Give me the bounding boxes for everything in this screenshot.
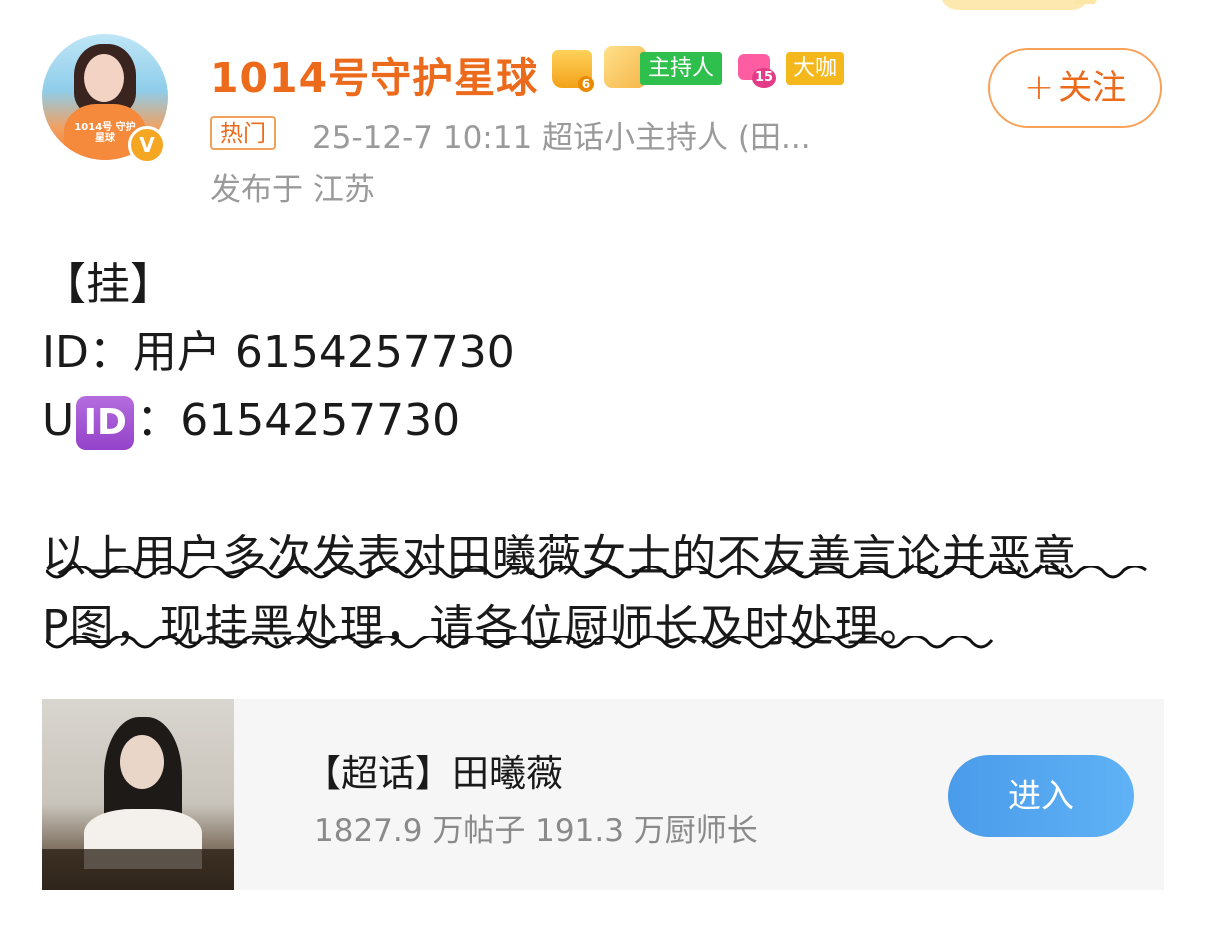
enter-button[interactable]: 进入 — [948, 755, 1134, 837]
topic-thumbnail — [42, 699, 234, 890]
thumb-caption-strip — [42, 849, 234, 890]
verified-badge-icon: V — [128, 126, 166, 164]
post-line-id: ID：用户 6154257730 — [42, 327, 515, 378]
host-badge[interactable]: 主持人 — [640, 52, 723, 85]
author-name[interactable]: 1014号守护星球 — [210, 44, 538, 104]
topic-stats: 1827.9 万帖子 191.3 万厨师长 — [314, 813, 758, 849]
follow-label: 关注 — [1058, 68, 1127, 108]
gem-level-number: 15 — [752, 68, 776, 88]
topic-card[interactable]: 【超话】田曦薇 1827.9 万帖子 191.3 万厨师长 进入 — [42, 699, 1164, 890]
post-time-source[interactable]: 25-12-7 10:11 超话小主持人 (田... — [312, 112, 811, 157]
gem-level-icon[interactable]: 15 — [736, 50, 776, 90]
thumb-face — [120, 735, 164, 789]
hot-tag: 热门 — [210, 116, 276, 150]
top-decoration — [940, 0, 1090, 10]
uid-prefix: U — [42, 395, 75, 446]
topic-title: 【超话】田曦薇 — [304, 752, 563, 795]
crown-level-icon[interactable]: 6 — [552, 50, 594, 92]
plus-icon: + — [1023, 67, 1055, 108]
avatar-face — [84, 54, 124, 102]
id-emoji-icon: ID — [76, 396, 135, 450]
post-line-uid: U ID ：6154257730 — [42, 384, 460, 450]
emphasis-underline-2 — [46, 636, 994, 649]
uid-suffix: ：6154257730 — [136, 395, 461, 446]
crown-level-number: 6 — [578, 76, 594, 92]
emphasis-underline-1 — [46, 566, 1147, 579]
post-location: 发布于 江苏 — [210, 172, 375, 208]
follow-button[interactable]: + 关注 — [988, 48, 1162, 128]
post-line-title: 【挂】 — [42, 259, 174, 310]
top-decoration-tail — [1072, 0, 1100, 4]
daka-badge[interactable]: 大咖 — [786, 52, 845, 85]
